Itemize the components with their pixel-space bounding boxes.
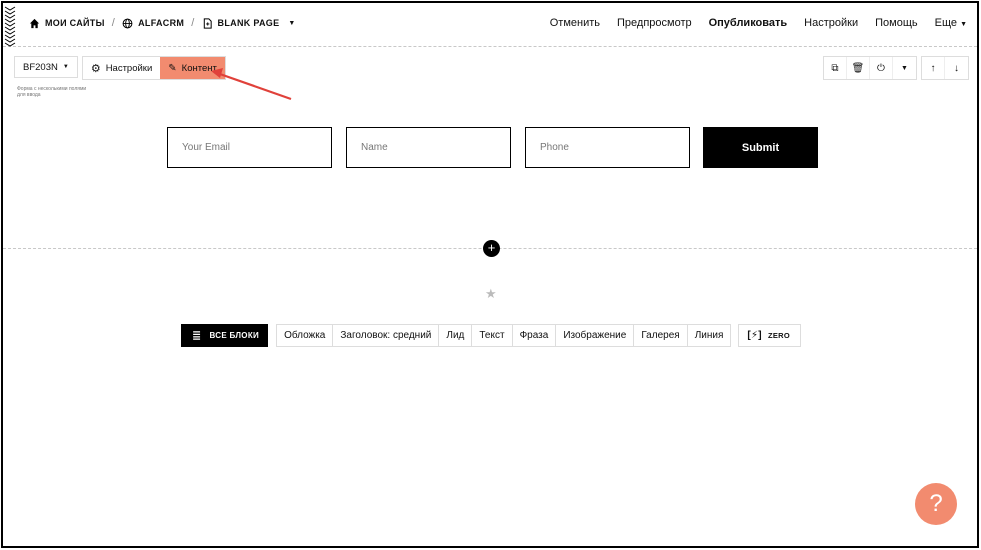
phone-field[interactable] <box>525 127 690 168</box>
pencil-icon: ✎ <box>168 62 177 74</box>
page-icon <box>203 17 212 29</box>
more-menu-button[interactable]: Еще ▼ <box>935 17 967 29</box>
zero-label: ZERO <box>767 331 790 340</box>
block-library-bar: ≣ ВСЕ БЛОКИ Обложка Заголовок: средний Л… <box>181 324 801 347</box>
breadcrumb-label: ALFACRM <box>138 18 185 28</box>
breadcrumb-site[interactable]: ALFACRM <box>122 18 184 29</box>
caret-down-icon: ▼ <box>960 21 967 28</box>
top-menu: Отменить Предпросмотр Опубликовать Настр… <box>550 17 967 29</box>
block-content-label: Контент <box>181 62 217 74</box>
more-label: Еще <box>934 17 957 29</box>
breadcrumb-separator: / <box>191 17 195 29</box>
category-image[interactable]: Изображение <box>556 325 635 346</box>
trash-icon[interactable]: 🗑 <box>847 57 870 79</box>
gear-icon: ⚙ <box>90 62 101 75</box>
breadcrumb-my-sites[interactable]: МОИ САЙТЫ <box>29 18 105 29</box>
editor-window: МОИ САЙТЫ / ALFACRM / BLANK PAGE ▼ Отмен… <box>1 1 979 548</box>
block-controls: ⧉ 🗑 ⏻ ▼ ↑ ↓ <box>823 56 969 80</box>
caret-down-icon: ▼ <box>62 64 69 70</box>
category-line[interactable]: Линия <box>688 325 731 346</box>
category-gallery[interactable]: Галерея <box>634 325 688 346</box>
caret-down-icon[interactable]: ▼ <box>893 57 916 79</box>
block-settings-label: Настройки <box>105 62 153 74</box>
block-actions: ⚙ Настройки ✎ Контент <box>81 56 226 80</box>
publish-button[interactable]: Опубликовать <box>709 17 788 29</box>
all-blocks-button[interactable]: ≣ ВСЕ БЛОКИ <box>181 324 269 347</box>
top-bar: МОИ САЙТЫ / ALFACRM / BLANK PAGE ▼ Отмен… <box>3 3 977 47</box>
tilda-logo-icon[interactable] <box>3 3 19 47</box>
category-phrase[interactable]: Фраза <box>513 325 557 346</box>
power-icon[interactable]: ⏻ <box>870 57 893 79</box>
email-field[interactable] <box>167 127 332 168</box>
help-menu-button[interactable]: Помощь <box>875 17 918 29</box>
help-bubble-button[interactable]: ? <box>915 483 957 525</box>
breadcrumb-label: МОИ САЙТЫ <box>45 18 105 28</box>
block-settings-button[interactable]: ⚙ Настройки <box>82 57 161 79</box>
list-icon: ≣ <box>192 330 202 342</box>
block-toolbar: BF203N ▼ ⚙ Настройки ✎ Контент <box>14 56 226 80</box>
arrow-down-icon[interactable]: ↓ <box>945 57 968 79</box>
caret-down-icon[interactable]: ▼ <box>288 20 295 27</box>
breadcrumb-label: BLANK PAGE <box>217 18 280 28</box>
all-blocks-label: ВСЕ БЛОКИ <box>209 331 260 340</box>
zero-block-button[interactable]: [⚡] ZERO <box>738 324 801 347</box>
add-block-button[interactable]: + <box>483 240 500 257</box>
block-description: Форма с несколькими полями для ввода <box>17 86 87 98</box>
duplicate-icon[interactable]: ⧉ <box>824 57 847 79</box>
globe-icon <box>122 18 133 28</box>
block-id-dropdown[interactable]: BF203N ▼ <box>14 56 78 78</box>
settings-button[interactable]: Настройки <box>804 17 858 29</box>
zero-bolt-icon: [⚡] <box>747 330 762 341</box>
breadcrumb: МОИ САЙТЫ / ALFACRM / BLANK PAGE ▼ <box>29 17 296 29</box>
category-lead[interactable]: Лид <box>439 325 473 346</box>
block-categories: Обложка Заголовок: средний Лид Текст Фра… <box>276 324 732 347</box>
block-controls-group: ⧉ 🗑 ⏻ ▼ <box>823 56 917 80</box>
category-cover[interactable]: Обложка <box>277 325 334 346</box>
star-icon: ★ <box>485 286 497 301</box>
block-id-label: BF203N <box>23 61 58 73</box>
move-controls-group: ↑ ↓ <box>921 56 969 80</box>
cancel-button[interactable]: Отменить <box>550 17 600 29</box>
form-block: Submit <box>167 127 818 168</box>
category-heading-medium[interactable]: Заголовок: средний <box>333 325 440 346</box>
preview-button[interactable]: Предпросмотр <box>617 17 692 29</box>
category-text[interactable]: Текст <box>472 325 513 346</box>
breadcrumb-page[interactable]: BLANK PAGE ▼ <box>202 17 296 29</box>
home-icon <box>29 18 40 28</box>
block-content-button[interactable]: ✎ Контент <box>160 57 225 79</box>
name-field[interactable] <box>346 127 511 168</box>
breadcrumb-separator: / <box>111 17 116 29</box>
submit-button[interactable]: Submit <box>703 127 818 168</box>
arrow-up-icon[interactable]: ↑ <box>922 57 945 79</box>
